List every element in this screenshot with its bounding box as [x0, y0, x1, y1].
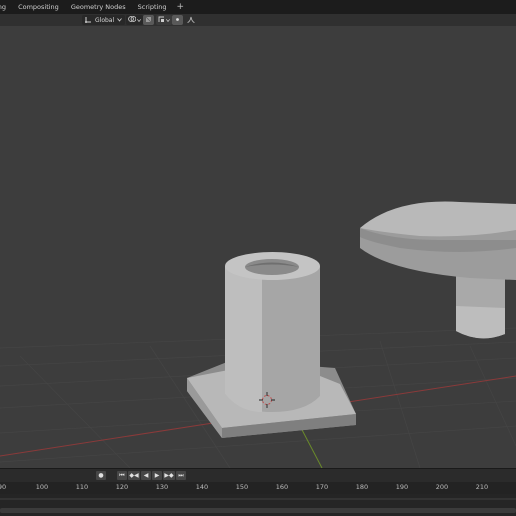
- pivot-point-dropdown[interactable]: [126, 15, 143, 25]
- snap-toggle-button[interactable]: [143, 15, 154, 25]
- viewport-canvas[interactable]: [0, 26, 516, 468]
- proportional-editing-button[interactable]: [172, 15, 183, 25]
- frame-tick: 210: [475, 483, 489, 491]
- workspace-tab-bar: ing Compositing Geometry Nodes Scripting…: [0, 0, 516, 14]
- tab-scripting[interactable]: Scripting: [132, 0, 173, 14]
- jump-next-key-icon[interactable]: ▶◆: [163, 471, 175, 480]
- snap-target-icon: [158, 16, 165, 25]
- chevron-down-icon: [117, 17, 122, 24]
- chevron-down-icon: [166, 17, 170, 24]
- record-icon[interactable]: ●: [96, 471, 106, 480]
- frame-tick: 100: [35, 483, 49, 491]
- viewport-header: Global: [0, 14, 516, 26]
- transform-orientation-icon: [85, 16, 92, 25]
- frame-tick: 130: [155, 483, 169, 491]
- timeline-header: ● ⏮ ◆◀ ◀ ▶ ▶◆ ⏭: [0, 468, 516, 482]
- frame-ruler[interactable]: 90 100 110 120 130 140 150 160 170 180 1…: [0, 482, 516, 494]
- frame-tick: 190: [395, 483, 409, 491]
- falloff-curve-icon: [187, 16, 195, 25]
- jump-prev-key-icon[interactable]: ◆◀: [128, 471, 140, 480]
- jump-start-icon[interactable]: ⏮: [117, 471, 127, 480]
- transform-orientation-dropdown[interactable]: Global: [82, 15, 126, 25]
- frame-tick: 90: [0, 483, 7, 491]
- frame-tick: 180: [355, 483, 369, 491]
- transform-orientation-label: Global: [95, 16, 115, 24]
- tab-geometry-nodes[interactable]: Geometry Nodes: [65, 0, 132, 14]
- timeline-track-area[interactable]: [0, 494, 516, 516]
- play-icon[interactable]: ▶: [152, 471, 162, 480]
- snap-target-dropdown[interactable]: [156, 15, 172, 25]
- proportional-editing-icon: [174, 16, 181, 25]
- playback-controls: ● ⏮ ◆◀ ◀ ▶ ▶◆ ⏭: [96, 471, 186, 480]
- tab-partial[interactable]: ing: [0, 0, 12, 14]
- frame-tick: 200: [435, 483, 449, 491]
- pivot-point-icon: [128, 15, 137, 25]
- timeline-scrollbar[interactable]: [0, 508, 516, 513]
- add-workspace-button[interactable]: +: [173, 0, 189, 14]
- summary-track: [0, 498, 516, 500]
- frame-tick: 140: [195, 483, 209, 491]
- snap-magnet-icon: [145, 16, 152, 25]
- chevron-down-icon: [137, 17, 141, 24]
- falloff-dropdown[interactable]: [185, 15, 197, 25]
- jump-end-icon[interactable]: ⏭: [176, 471, 186, 480]
- frame-tick: 170: [315, 483, 329, 491]
- 3d-viewport[interactable]: [0, 26, 516, 468]
- frame-tick: 160: [275, 483, 289, 491]
- frame-tick: 110: [75, 483, 89, 491]
- frame-tick: 150: [235, 483, 249, 491]
- play-reverse-icon[interactable]: ◀: [141, 471, 151, 480]
- tab-compositing[interactable]: Compositing: [12, 0, 65, 14]
- frame-tick: 120: [115, 483, 129, 491]
